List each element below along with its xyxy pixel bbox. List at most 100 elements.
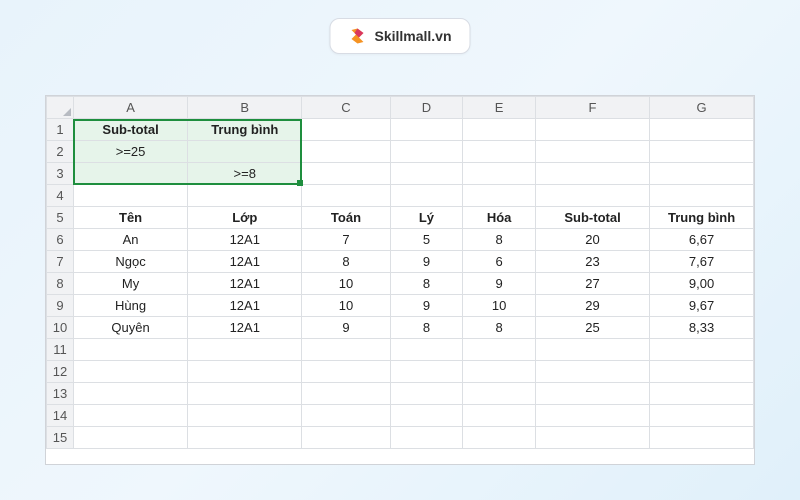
cell-E1[interactable] (463, 119, 536, 141)
row-header-4[interactable]: 4 (47, 185, 74, 207)
cell-G6[interactable]: 6,67 (650, 229, 754, 251)
cell-A9[interactable]: Hùng (73, 295, 187, 317)
cell-A7[interactable]: Ngọc (73, 251, 187, 273)
cell-E5[interactable]: Hóa (463, 207, 536, 229)
row-header-1[interactable]: 1 (47, 119, 74, 141)
cell-F12[interactable] (535, 361, 649, 383)
cell-E2[interactable] (463, 141, 536, 163)
cell-E3[interactable] (463, 163, 536, 185)
cell-C14[interactable] (302, 405, 390, 427)
cell-C4[interactable] (302, 185, 390, 207)
cell-B8[interactable]: 12A1 (188, 273, 302, 295)
cell-B6[interactable]: 12A1 (188, 229, 302, 251)
cell-C3[interactable] (302, 163, 390, 185)
cell-E12[interactable] (463, 361, 536, 383)
col-header-E[interactable]: E (463, 97, 536, 119)
row-header-10[interactable]: 10 (47, 317, 74, 339)
cell-B10[interactable]: 12A1 (188, 317, 302, 339)
cell-E8[interactable]: 9 (463, 273, 536, 295)
cell-F6[interactable]: 20 (535, 229, 649, 251)
cell-G13[interactable] (650, 383, 754, 405)
cell-C10[interactable]: 9 (302, 317, 390, 339)
cell-B9[interactable]: 12A1 (188, 295, 302, 317)
cell-B5[interactable]: Lớp (188, 207, 302, 229)
cell-D8[interactable]: 8 (390, 273, 463, 295)
col-header-C[interactable]: C (302, 97, 390, 119)
cell-G12[interactable] (650, 361, 754, 383)
cell-D9[interactable]: 9 (390, 295, 463, 317)
cell-A13[interactable] (73, 383, 187, 405)
cell-C7[interactable]: 8 (302, 251, 390, 273)
cell-D2[interactable] (390, 141, 463, 163)
cell-D12[interactable] (390, 361, 463, 383)
cell-A10[interactable]: Quyên (73, 317, 187, 339)
cell-F5[interactable]: Sub-total (535, 207, 649, 229)
cell-G11[interactable] (650, 339, 754, 361)
cell-E7[interactable]: 6 (463, 251, 536, 273)
cell-D1[interactable] (390, 119, 463, 141)
cell-D11[interactable] (390, 339, 463, 361)
cell-C1[interactable] (302, 119, 390, 141)
cell-C12[interactable] (302, 361, 390, 383)
cell-G10[interactable]: 8,33 (650, 317, 754, 339)
cell-D7[interactable]: 9 (390, 251, 463, 273)
row-header-11[interactable]: 11 (47, 339, 74, 361)
cell-D10[interactable]: 8 (390, 317, 463, 339)
cell-C8[interactable]: 10 (302, 273, 390, 295)
cell-D6[interactable]: 5 (390, 229, 463, 251)
cell-F15[interactable] (535, 427, 649, 449)
cell-A15[interactable] (73, 427, 187, 449)
cell-D13[interactable] (390, 383, 463, 405)
cell-A11[interactable] (73, 339, 187, 361)
cell-F2[interactable] (535, 141, 649, 163)
row-header-3[interactable]: 3 (47, 163, 74, 185)
col-header-A[interactable]: A (73, 97, 187, 119)
col-header-B[interactable]: B (188, 97, 302, 119)
cell-B7[interactable]: 12A1 (188, 251, 302, 273)
cell-A5[interactable]: Tên (73, 207, 187, 229)
cell-E6[interactable]: 8 (463, 229, 536, 251)
cell-F14[interactable] (535, 405, 649, 427)
cell-D3[interactable] (390, 163, 463, 185)
cell-F9[interactable]: 29 (535, 295, 649, 317)
cell-G3[interactable] (650, 163, 754, 185)
cell-A6[interactable]: An (73, 229, 187, 251)
cell-F4[interactable] (535, 185, 649, 207)
cell-B12[interactable] (188, 361, 302, 383)
cell-B13[interactable] (188, 383, 302, 405)
cell-F11[interactable] (535, 339, 649, 361)
cell-G4[interactable] (650, 185, 754, 207)
cell-E15[interactable] (463, 427, 536, 449)
select-all-corner[interactable] (47, 97, 74, 119)
cell-A14[interactable] (73, 405, 187, 427)
cell-E10[interactable]: 8 (463, 317, 536, 339)
cell-A4[interactable] (73, 185, 187, 207)
row-header-15[interactable]: 15 (47, 427, 74, 449)
cell-C2[interactable] (302, 141, 390, 163)
cell-E9[interactable]: 10 (463, 295, 536, 317)
row-header-12[interactable]: 12 (47, 361, 74, 383)
cell-G7[interactable]: 7,67 (650, 251, 754, 273)
cell-C15[interactable] (302, 427, 390, 449)
cell-F13[interactable] (535, 383, 649, 405)
cell-C5[interactable]: Toán (302, 207, 390, 229)
cell-B2[interactable] (188, 141, 302, 163)
cell-A3[interactable] (73, 163, 187, 185)
col-header-F[interactable]: F (535, 97, 649, 119)
cell-G2[interactable] (650, 141, 754, 163)
cell-F10[interactable]: 25 (535, 317, 649, 339)
cell-B14[interactable] (188, 405, 302, 427)
cell-G5[interactable]: Trung bình (650, 207, 754, 229)
cell-B15[interactable] (188, 427, 302, 449)
row-header-2[interactable]: 2 (47, 141, 74, 163)
cell-F7[interactable]: 23 (535, 251, 649, 273)
cell-D15[interactable] (390, 427, 463, 449)
row-header-14[interactable]: 14 (47, 405, 74, 427)
row-header-5[interactable]: 5 (47, 207, 74, 229)
cell-C11[interactable] (302, 339, 390, 361)
cell-B4[interactable] (188, 185, 302, 207)
row-header-13[interactable]: 13 (47, 383, 74, 405)
cell-E14[interactable] (463, 405, 536, 427)
cell-B3[interactable]: >=8 (188, 163, 302, 185)
cell-C13[interactable] (302, 383, 390, 405)
